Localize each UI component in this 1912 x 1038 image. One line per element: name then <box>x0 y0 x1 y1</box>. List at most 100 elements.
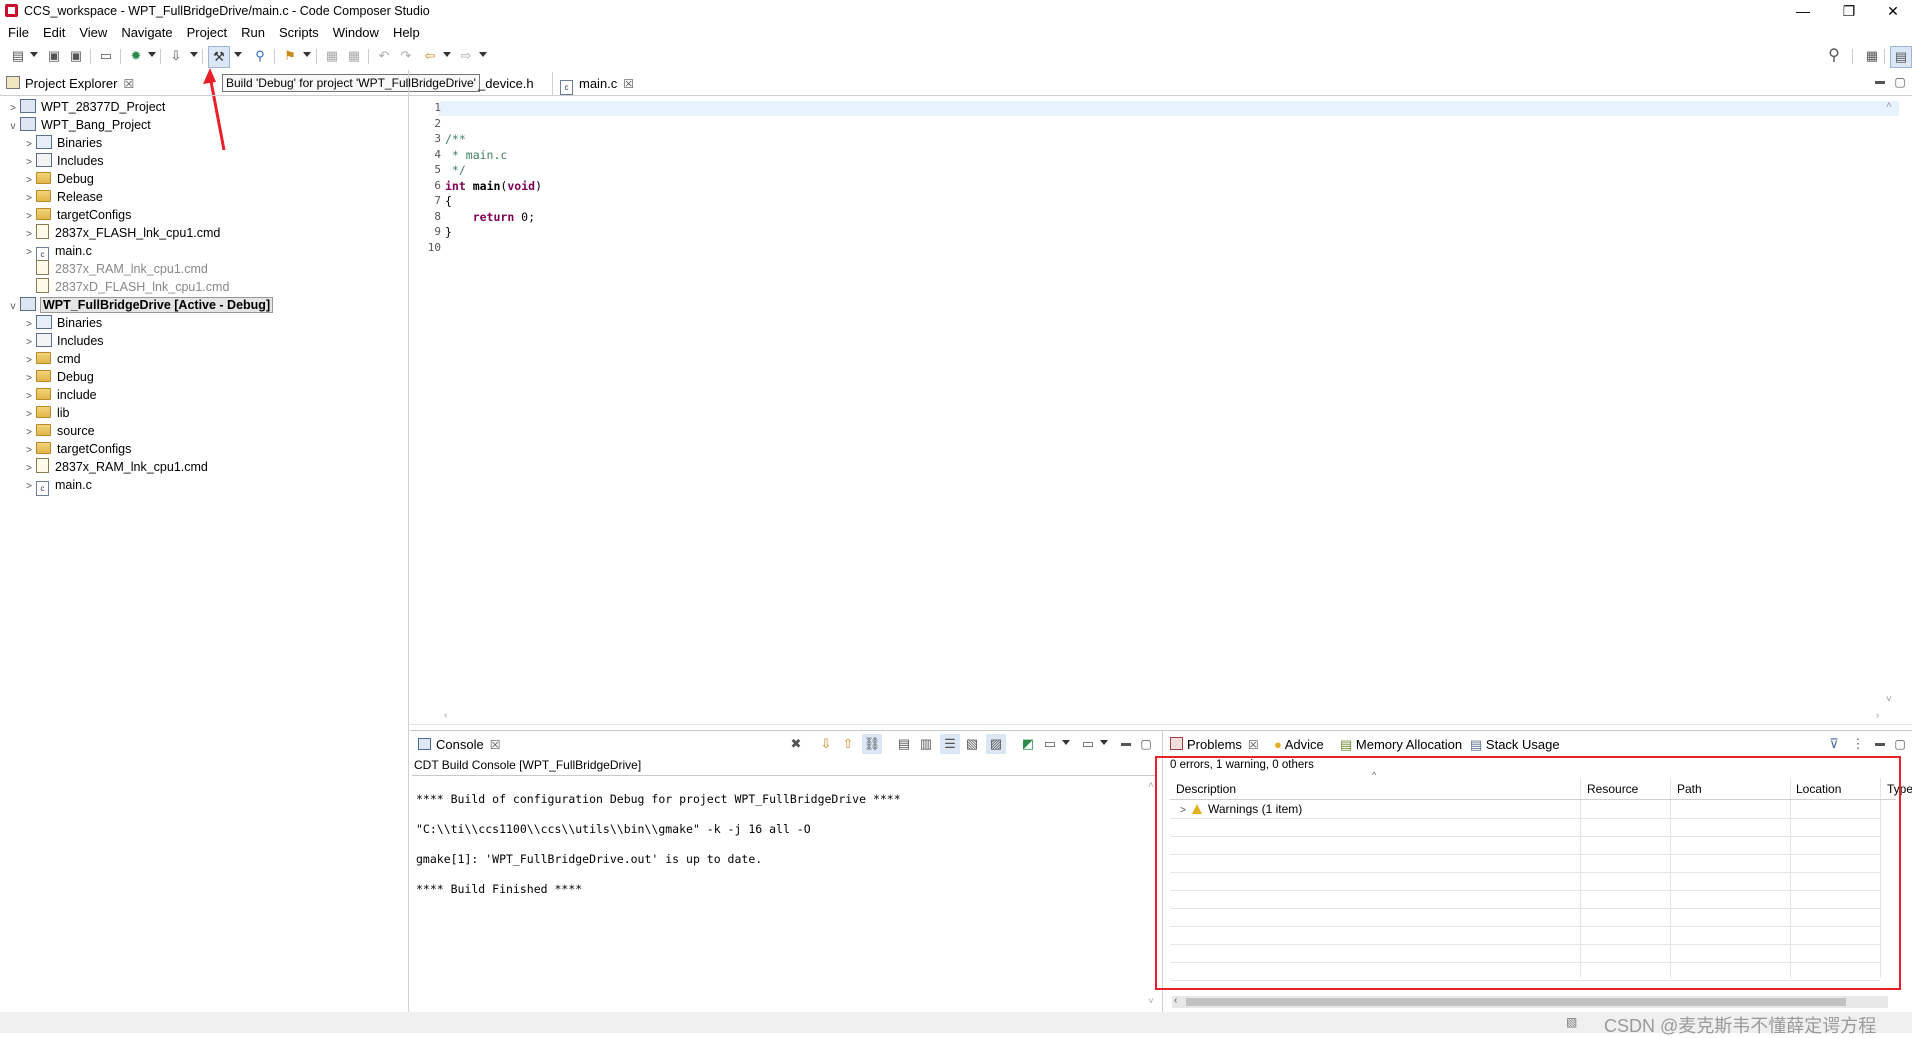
tree-item[interactable]: v WPT_FullBridgeDrive [Active - Debug] <box>6 296 274 316</box>
next-annotation-icon[interactable]: ▦ <box>344 46 364 66</box>
tab-stack-usage[interactable]: ▤ Stack Usage <box>1470 734 1560 756</box>
pin-console-icon[interactable]: ▧ <box>962 734 982 754</box>
maximize-console-icon[interactable]: ▢ <box>1136 734 1156 754</box>
tree-item[interactable]: v WPT_Bang_Project <box>6 116 151 134</box>
clear-console-icon[interactable]: ▤ <box>894 734 914 754</box>
search-icon[interactable]: ⚲ <box>250 46 270 66</box>
tree-item[interactable]: 2837xD_FLASH_lnk_cpu1.cmd <box>22 278 229 296</box>
menu-navigate[interactable]: Navigate <box>114 22 179 44</box>
new-console-icon[interactable]: ▭ <box>1078 734 1098 754</box>
open-perspective-icon[interactable]: ▦ <box>1862 46 1882 66</box>
close-icon[interactable]: ☒ <box>1248 738 1259 752</box>
tree-item[interactable]: > Debug <box>22 368 94 386</box>
tree-item[interactable]: >2837x_RAM_lnk_cpu1.cmd <box>22 458 208 476</box>
chevron-down-icon[interactable]: v <box>6 118 20 136</box>
minimize-console-icon[interactable]: ▬ <box>1116 734 1136 754</box>
close-icon[interactable]: ☒ <box>623 77 634 91</box>
external-tools-icon[interactable]: ⚑ <box>280 46 300 66</box>
debug-icon[interactable]: ✹ <box>126 46 146 66</box>
menu-file[interactable]: File <box>0 22 36 44</box>
tab-device-h[interactable]: _device.h <box>478 73 534 95</box>
tree-item[interactable]: > Binaries <box>22 134 102 152</box>
tab-problems[interactable]: Problems ☒ <box>1170 734 1259 756</box>
code-editor[interactable]: 1 2 3 /** 4 * main.c 5 */ 6 int main(void) 7 {8 r… <box>425 98 1899 702</box>
word-wrap-icon[interactable]: ☰ <box>940 734 960 754</box>
tree-item[interactable]: > Release <box>22 188 103 206</box>
memory-icon: ▤ <box>1340 737 1353 752</box>
load-icon[interactable]: ⇩ <box>166 46 186 66</box>
tree-item[interactable]: > c main.c <box>22 242 92 262</box>
menu-help[interactable]: Help <box>386 22 427 44</box>
maximize-problems-icon[interactable]: ▢ <box>1890 734 1910 754</box>
tab-advice[interactable]: ● Advice <box>1274 734 1324 756</box>
tab-console[interactable]: Console ☒ <box>418 734 500 756</box>
prev-error-icon[interactable]: ⇧ <box>838 734 858 754</box>
remove-launch-icon[interactable]: ✖ <box>786 734 806 754</box>
global-search-icon[interactable]: ⚲ <box>1824 46 1844 66</box>
console-scroll-up-icon[interactable]: ˄ <box>1148 780 1154 791</box>
close-icon[interactable]: ☒ <box>123 77 134 91</box>
tree-item-label: 2837x_FLASH_lnk_cpu1.cmd <box>55 226 221 240</box>
tree-item[interactable]: > Includes <box>22 332 104 350</box>
menu-project[interactable]: Project <box>180 22 234 44</box>
problems-hscroll[interactable] <box>1172 996 1888 1008</box>
save-all-icon[interactable]: ▣ <box>66 46 86 66</box>
tree-item[interactable]: >2837x_FLASH_lnk_cpu1.cmd <box>22 224 220 242</box>
open-console-icon[interactable]: ◩ <box>1018 734 1038 754</box>
console-scroll-down-icon[interactable]: ˅ <box>1148 996 1154 1007</box>
minimize-editor-icon[interactable]: ▬ <box>1870 72 1890 92</box>
problems-scroll-left-icon[interactable]: ‹ <box>1174 995 1177 1006</box>
perspective-icon[interactable]: ▤ <box>1890 46 1912 68</box>
scroll-right-icon[interactable]: › <box>1876 710 1879 721</box>
tree-item[interactable]: > targetConfigs <box>22 206 131 224</box>
menu-run[interactable]: Run <box>234 22 272 44</box>
tree-item[interactable]: > Includes <box>22 152 104 170</box>
tree-item[interactable]: > WPT_28377D_Project <box>6 98 165 116</box>
save-icon[interactable]: ▣ <box>44 46 64 66</box>
scroll-up-icon[interactable]: ˄ <box>1886 100 1892 111</box>
chevron-down-icon[interactable]: v <box>6 298 20 316</box>
console-line: **** Build of configuration Debug for pr… <box>416 792 901 806</box>
filter-icon[interactable]: ⊽ <box>1824 734 1844 754</box>
menu-window[interactable]: Window <box>326 22 386 44</box>
close-icon[interactable]: ☒ <box>490 738 501 752</box>
back-arrow-icon[interactable]: ⇦ <box>420 46 440 66</box>
tree-item-label: targetConfigs <box>57 442 132 456</box>
new-icon[interactable]: ▤ <box>8 46 28 66</box>
tree-item[interactable]: > source <box>22 422 95 440</box>
next-error-icon[interactable]: ⇩ <box>816 734 836 754</box>
last-edit-icon[interactable]: ↶ <box>374 46 394 66</box>
menu-edit[interactable]: Edit <box>36 22 72 44</box>
close-button[interactable]: ✕ <box>1870 0 1912 22</box>
scroll-lock-icon[interactable]: ▥ <box>916 734 936 754</box>
tree-item[interactable]: > c main.c <box>22 476 92 496</box>
tree-item[interactable]: 2837x_RAM_lnk_cpu1.cmd <box>22 260 208 278</box>
folder-icon <box>36 442 51 454</box>
minimize-button[interactable]: — <box>1780 0 1826 22</box>
tab-main-c[interactable]: c main.c ☒ <box>560 73 634 95</box>
console-view-icon[interactable]: ▭ <box>1040 734 1060 754</box>
scroll-down-icon[interactable]: ˅ <box>1886 694 1892 705</box>
terminal-icon[interactable]: ▭ <box>96 46 116 66</box>
maximize-editor-icon[interactable]: ▢ <box>1890 72 1910 92</box>
forward-edit-icon[interactable]: ↷ <box>396 46 416 66</box>
link-icon[interactable]: ⛓ <box>862 734 882 754</box>
prev-annotation-icon[interactable]: ▦ <box>322 46 342 66</box>
forward-arrow-icon[interactable]: ⇨ <box>456 46 476 66</box>
tree-item[interactable]: > Binaries <box>22 314 102 332</box>
tree-item[interactable]: > Debug <box>22 170 94 188</box>
menu-view[interactable]: View <box>72 22 114 44</box>
minimize-problems-icon[interactable]: ▬ <box>1870 734 1890 754</box>
tree-item[interactable]: > cmd <box>22 350 81 368</box>
display-selected-icon[interactable]: ▨ <box>986 734 1006 754</box>
restore-button[interactable]: ❐ <box>1826 0 1872 22</box>
chevron-right-icon[interactable]: > <box>22 478 36 496</box>
tab-project-explorer[interactable]: Project Explorer ☒ <box>6 73 134 95</box>
tree-item[interactable]: > include <box>22 386 97 404</box>
tree-item[interactable]: > lib <box>22 404 70 422</box>
view-menu-icon[interactable]: ⋮ <box>1848 734 1868 754</box>
tab-memory-allocation[interactable]: ▤ Memory Allocation <box>1340 734 1462 756</box>
menu-scripts[interactable]: Scripts <box>272 22 326 44</box>
tree-item[interactable]: > targetConfigs <box>22 440 131 458</box>
scroll-left-icon[interactable]: ‹ <box>444 710 447 721</box>
